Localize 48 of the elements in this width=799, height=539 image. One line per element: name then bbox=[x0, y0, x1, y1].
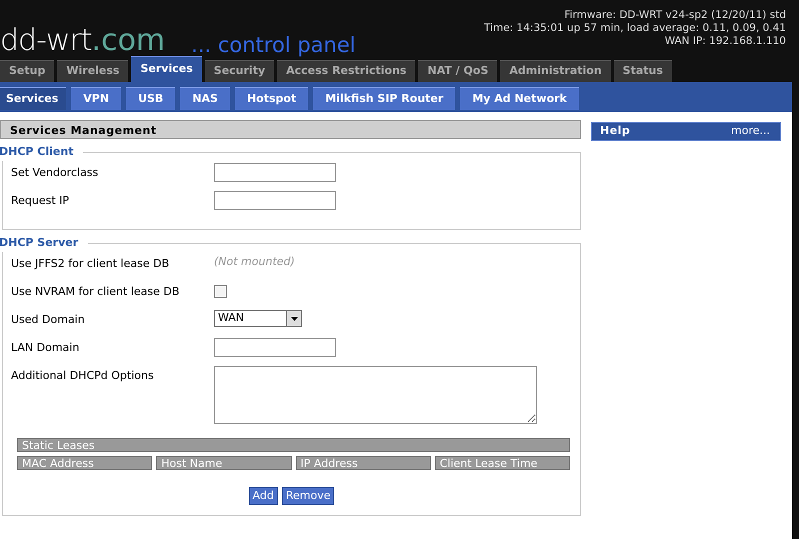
column-header: MAC Address bbox=[17, 456, 152, 470]
field-label: Use NVRAM for client lease DB bbox=[11, 284, 180, 300]
field-label: LAN Domain bbox=[11, 340, 80, 356]
sub-tab[interactable]: Milkfish SIP Router bbox=[313, 87, 456, 110]
sub-tab[interactable]: Services bbox=[0, 87, 66, 110]
field-label: Additional DHCPd Options bbox=[11, 368, 155, 384]
main-tab[interactable]: NAT / QoS bbox=[418, 60, 498, 82]
caret-icon bbox=[290, 316, 298, 320]
status-text: WAN IP: 192.168.1.110 bbox=[664, 35, 786, 48]
input-field[interactable] bbox=[214, 163, 336, 182]
field-label: Used Domain bbox=[11, 312, 86, 328]
help-title: Help bbox=[600, 123, 630, 140]
input-field[interactable] bbox=[214, 338, 336, 357]
section-title: Services Management bbox=[0, 120, 581, 139]
text-area[interactable] bbox=[214, 366, 537, 424]
status-text: Firmware: DD-WRT v24-sp2 (12/20/11) std bbox=[563, 9, 786, 22]
checkbox[interactable] bbox=[214, 285, 227, 298]
field-label: Set Vendorclass bbox=[11, 165, 100, 181]
main-tab[interactable]: Services bbox=[131, 56, 202, 82]
sub-tab[interactable]: NAS bbox=[180, 87, 230, 110]
action-button[interactable]: Remove bbox=[282, 487, 334, 505]
sub-tab[interactable]: VPN bbox=[71, 87, 122, 110]
fieldset-legend: DHCP Client bbox=[0, 144, 84, 160]
more-link[interactable]: more... bbox=[731, 123, 770, 140]
status-note: (Not mounted) bbox=[214, 254, 295, 270]
table-title: Static Leases bbox=[17, 438, 570, 452]
column-header: IP Address bbox=[296, 456, 431, 470]
action-button[interactable]: Add bbox=[248, 487, 278, 505]
main-tab[interactable]: Administration bbox=[500, 60, 611, 82]
sub-tab[interactable]: USB bbox=[126, 87, 176, 110]
fieldset-legend: DHCP Server bbox=[0, 235, 88, 252]
domain-select[interactable]: WAN bbox=[214, 310, 302, 327]
main-tab[interactable]: Setup bbox=[0, 60, 54, 82]
main-tab[interactable]: Access Restrictions bbox=[277, 60, 416, 82]
sub-tab[interactable]: Hotspot bbox=[234, 87, 308, 110]
tagline: ... control panel bbox=[191, 35, 356, 56]
field-label: Use JFFS2 for client lease DB bbox=[11, 256, 170, 272]
main-tab[interactable]: Security bbox=[204, 60, 274, 82]
main-tab[interactable]: Wireless bbox=[57, 60, 128, 82]
field-label: Request IP bbox=[11, 193, 70, 209]
sub-tab[interactable]: My Ad Network bbox=[460, 87, 579, 110]
logo-domain: .com bbox=[92, 26, 166, 56]
column-header: Host Name bbox=[156, 456, 292, 470]
main-tab[interactable]: Status bbox=[614, 60, 672, 82]
status-text: Time: 14:35:01 up 57 min, load average: 0.11, 0.09, 0.41 bbox=[484, 22, 786, 35]
logo-text: dd-wrt bbox=[0, 26, 92, 56]
input-field[interactable] bbox=[214, 191, 336, 210]
column-header: Client Lease Time bbox=[434, 456, 570, 470]
